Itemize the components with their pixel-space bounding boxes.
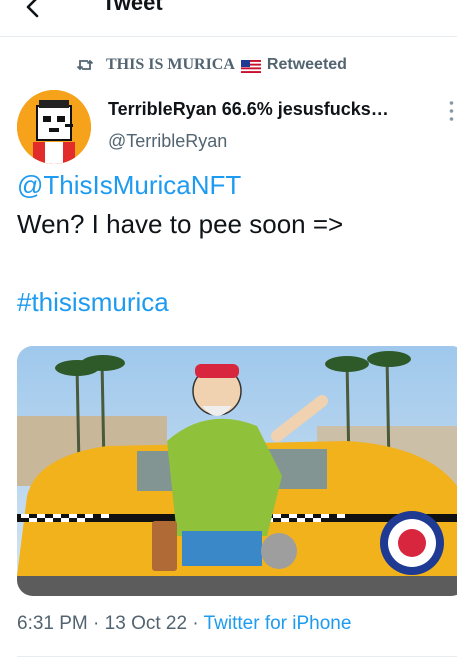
tweet-source-link[interactable]: Twitter for iPhone [204,613,352,634]
retweet-icon [76,59,94,71]
tweet-text: Wen? I have to pee soon => [17,209,344,239]
top-bar: Tweet [0,0,457,36]
animated-gif-taxi-scene [17,346,457,596]
retweeter-name[interactable]: THIS IS MURICA [106,56,235,74]
meta-separator: · [87,613,105,634]
tweet-metadata: 6:31 PM · 13 Oct 22 · Twitter for iPhone [17,613,351,635]
avatar[interactable] [17,90,91,164]
author-handle[interactable]: @TerribleRyan [108,131,227,152]
hashtag-link[interactable]: #thisismurica [17,287,169,317]
retweeted-label: Retweeted [266,56,347,73]
tweet-body: @ThisIsMuricaNFT Wen? I have to pee soon… [17,166,447,322]
mention-link[interactable]: @ThisIsMuricaNFT [17,170,241,200]
author-display-name[interactable]: TerribleRyan 66.6% jesusfucks… [108,99,434,120]
meta-separator: · [187,613,204,634]
arrow-left-icon[interactable] [18,0,48,22]
retweet-context: THIS IS MURICA Retweeted [76,54,347,76]
bottom-divider [17,656,457,657]
page-title: Tweet [102,0,163,15]
tweet-time: 6:31 PM [17,613,88,634]
tweet-date: 13 Oct 22 [104,613,188,634]
us-flag-icon [240,59,261,73]
header-divider [0,36,457,37]
pixel-avatar-image [17,90,91,164]
more-vertical-icon[interactable] [446,100,457,122]
tweet-media[interactable] [17,346,457,596]
